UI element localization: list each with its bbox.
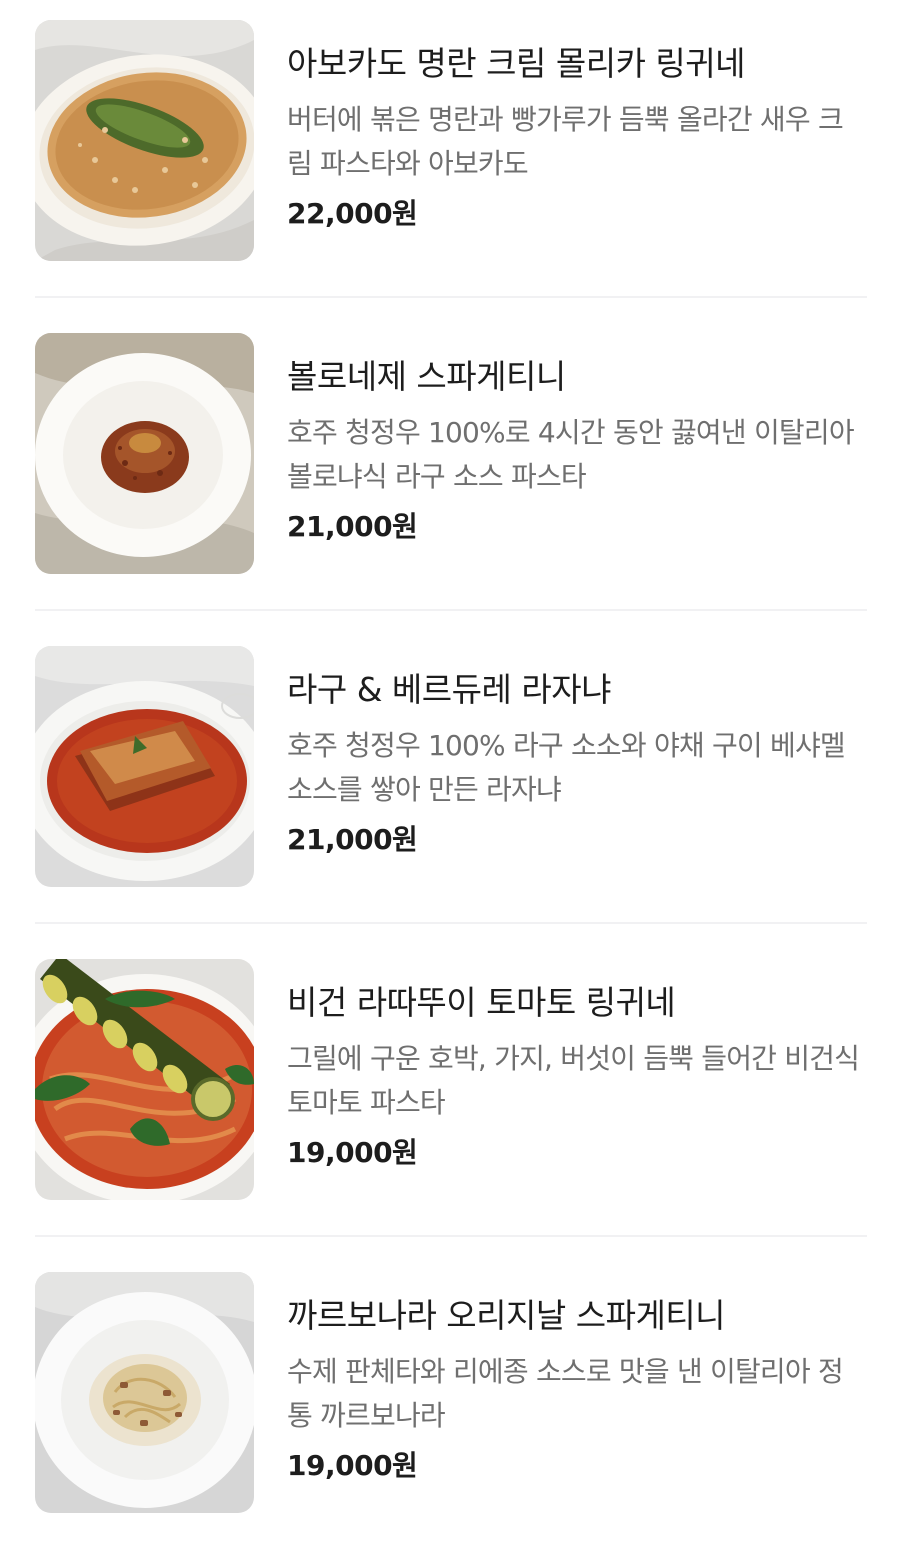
menu-item-avocado-linguine[interactable]: 아보카도 명란 크림 몰리카 링귀네 버터에 볶은 명란과 빵가루가 듬뿍 올라… [0,20,900,310]
menu-item-photo [35,646,254,887]
menu-item-name: 비건 라따뚜이 토마토 링귀네 [287,983,676,1022]
menu-item-price: 21,000원 [287,823,418,856]
menu-item-carbonara-spaghettini[interactable]: 까르보나라 오리지날 스파게티니 수제 판체타와 리에종 소스로 맛을 낸 이탈… [0,1272,900,1562]
menu-item-price: 19,000원 [287,1449,418,1482]
menu-item-bolognese-spaghettini[interactable]: 볼로네제 스파게티니 호주 청정우 100%로 4시간 동안 끓여낸 이탈리아 … [0,333,900,623]
menu-item-name: 까르보나라 오리지날 스파게티니 [287,1296,726,1335]
menu-item-name: 라구 & 베르듀레 라자냐 [287,670,611,709]
menu-list: 아보카도 명란 크림 몰리카 링귀네 버터에 볶은 명란과 빵가루가 듬뿍 올라… [0,0,900,1538]
menu-item-description: 호주 청정우 100%로 4시간 동안 끓여낸 이탈리아 볼로냐식 라구 소스 … [287,416,855,493]
menu-item-name: 아보카도 명란 크림 몰리카 링귀네 [287,44,746,83]
menu-item-photo [35,20,254,261]
menu-item-description: 버터에 볶은 명란과 빵가루가 듬뿍 올라간 새우 크림 파스타와 아보카도 [287,103,844,180]
menu-item-vegan-ratatouille-linguine[interactable]: 비건 라따뚜이 토마토 링귀네 그릴에 구운 호박, 가지, 버섯이 듬뿍 들어… [0,959,900,1249]
menu-item-description: 호주 청정우 100% 라구 소소와 야채 구이 베샤멜 소스를 쌓아 만든 라… [287,729,846,806]
menu-item-photo [35,959,254,1200]
menu-item-price: 19,000원 [287,1136,418,1169]
menu-item-ragu-lasagna[interactable]: 라구 & 베르듀레 라자냐 호주 청정우 100% 라구 소소와 야채 구이 베… [0,646,900,936]
divider [35,922,867,924]
menu-item-price: 22,000원 [287,197,418,230]
divider [35,609,867,611]
menu-item-price: 21,000원 [287,510,418,543]
menu-item-photo [35,333,254,574]
divider [35,296,867,298]
menu-item-photo [35,1272,254,1513]
menu-item-name: 볼로네제 스파게티니 [287,357,566,396]
menu-item-description: 수제 판체타와 리에종 소스로 맛을 낸 이탈리아 정통 까르보나라 [287,1355,844,1432]
menu-item-description: 그릴에 구운 호박, 가지, 버섯이 듬뿍 들어간 비건식 토마토 파스타 [287,1042,860,1119]
divider [35,1235,867,1237]
